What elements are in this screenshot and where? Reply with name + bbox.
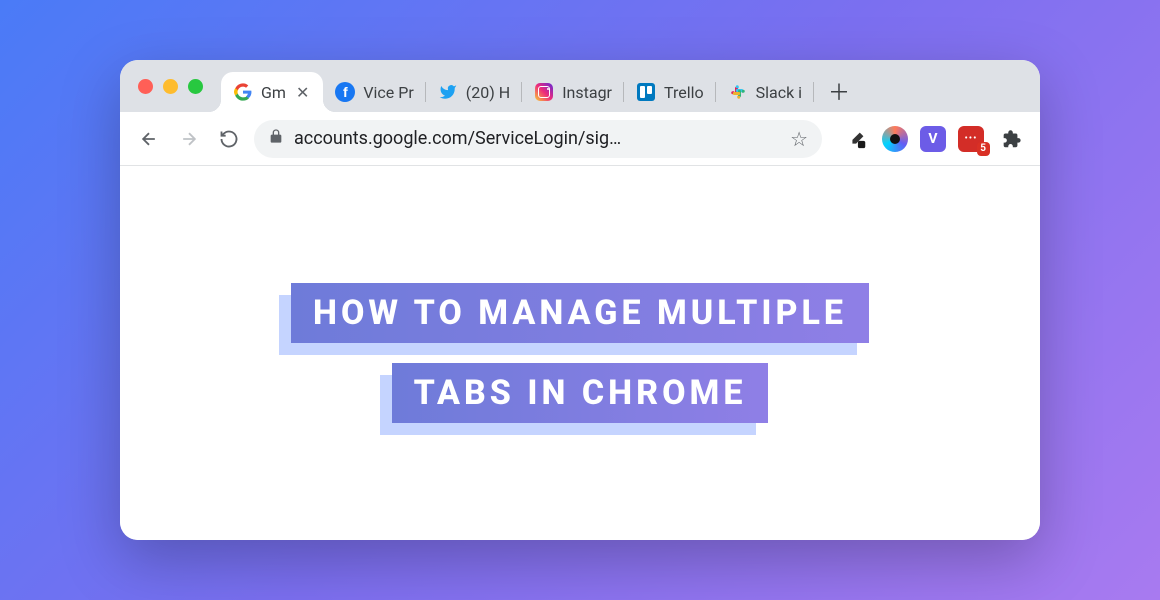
tab-label: Instagr	[562, 83, 612, 102]
hero-text-2: TABS IN CHROME	[392, 363, 769, 423]
tab-trello[interactable]: Trello	[624, 72, 716, 112]
toolbar: accounts.google.com/ServiceLogin/sig… ☆ …	[120, 112, 1040, 166]
reload-button[interactable]	[214, 124, 244, 154]
twitter-icon	[438, 82, 458, 102]
google-icon	[233, 82, 253, 102]
instagram-icon	[534, 82, 554, 102]
extension-lastpass[interactable]: ••• 5	[958, 126, 984, 152]
hero-line-2: TABS IN CHROME	[392, 363, 769, 423]
tab-gmail[interactable]: Gm ✕	[221, 72, 323, 112]
extension-v[interactable]: V	[920, 126, 946, 152]
extensions-row: V ••• 5	[832, 124, 1026, 154]
extension-color-picker[interactable]	[844, 126, 870, 152]
tab-twitter[interactable]: (20) H	[426, 72, 522, 112]
tab-bar: Gm ✕ f Vice Pr (20) H Instagr	[120, 60, 1040, 112]
hero-text-1: HOW TO MANAGE MULTIPLE	[291, 283, 869, 343]
tab-label: Slack i	[756, 83, 802, 102]
extension-loom[interactable]	[882, 126, 908, 152]
tab-label: Trello	[664, 83, 704, 102]
tab-facebook[interactable]: f Vice Pr	[323, 72, 425, 112]
window-minimize-button[interactable]	[163, 79, 178, 94]
browser-window: Gm ✕ f Vice Pr (20) H Instagr	[120, 60, 1040, 540]
hero: HOW TO MANAGE MULTIPLE TABS IN CHROME	[291, 273, 869, 433]
tab-slack[interactable]: Slack i	[716, 72, 814, 112]
close-tab-icon[interactable]: ✕	[294, 83, 311, 102]
address-bar[interactable]: accounts.google.com/ServiceLogin/sig… ☆	[254, 120, 822, 158]
url-text: accounts.google.com/ServiceLogin/sig…	[294, 128, 780, 149]
tab-label: (20) H	[466, 83, 510, 102]
forward-button[interactable]	[174, 124, 204, 154]
trello-icon	[636, 82, 656, 102]
window-close-button[interactable]	[138, 79, 153, 94]
back-button[interactable]	[134, 124, 164, 154]
page-content: HOW TO MANAGE MULTIPLE TABS IN CHROME	[120, 166, 1040, 540]
new-tab-button[interactable]: ＋	[822, 74, 856, 108]
extension-badge: 5	[977, 142, 990, 156]
facebook-icon: f	[335, 82, 355, 102]
tab-label: Gm	[261, 83, 286, 102]
window-zoom-button[interactable]	[188, 79, 203, 94]
extensions-puzzle-icon[interactable]	[996, 124, 1026, 154]
lock-icon	[268, 128, 284, 149]
tab-label: Vice Pr	[363, 83, 413, 102]
hero-line-1: HOW TO MANAGE MULTIPLE	[291, 283, 869, 343]
tabs-container: Gm ✕ f Vice Pr (20) H Instagr	[221, 60, 814, 112]
bookmark-star-icon[interactable]: ☆	[790, 127, 808, 151]
tab-instagram[interactable]: Instagr	[522, 72, 624, 112]
slack-icon	[728, 82, 748, 102]
